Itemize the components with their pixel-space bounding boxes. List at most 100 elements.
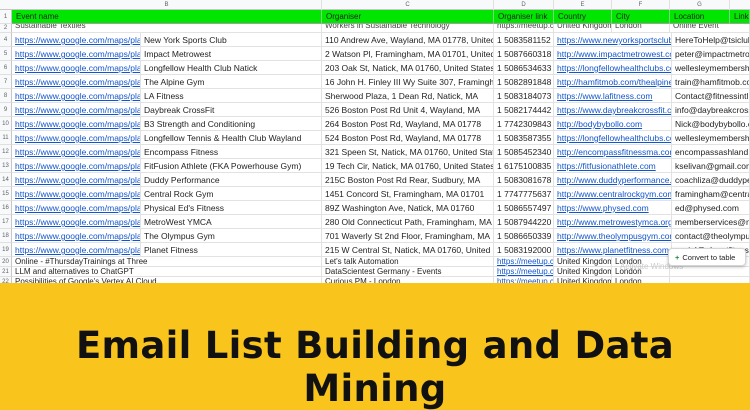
cell[interactable]: Impact Metrowest bbox=[141, 47, 322, 61]
row-number[interactable]: 7 bbox=[0, 75, 12, 89]
row-number[interactable]: 4 bbox=[0, 33, 12, 47]
cell[interactable]: Nick@bodybybollo.com bbox=[672, 117, 750, 131]
cell[interactable]: 1 5085452340 bbox=[494, 145, 554, 159]
cell[interactable]: http://www.metrowestymca.org bbox=[554, 215, 672, 229]
row-number[interactable]: 14 bbox=[0, 173, 12, 187]
cell[interactable]: FitFusion Athlete (FKA Powerhouse Gym) bbox=[141, 159, 322, 173]
row-number[interactable]: 18 bbox=[0, 229, 12, 243]
cell[interactable]: 1 5086557497 bbox=[494, 201, 554, 215]
cell[interactable]: 1 5083587355 bbox=[494, 131, 554, 145]
cell[interactable]: Longfellow Tennis & Health Club Wayland bbox=[141, 131, 322, 145]
cell[interactable]: 1 5087944220 bbox=[494, 215, 554, 229]
cell[interactable]: United Kingdom bbox=[554, 257, 612, 267]
cell[interactable]: https://meetup.com bbox=[494, 257, 554, 267]
cell[interactable]: 1 5083184073 bbox=[494, 89, 554, 103]
header-country[interactable]: Country bbox=[554, 10, 612, 24]
cell[interactable]: Longfellow Health Club Natick bbox=[141, 61, 322, 75]
cell[interactable]: Daybreak CrossFit bbox=[141, 103, 322, 117]
row-number[interactable]: 20 bbox=[0, 257, 12, 267]
cell[interactable]: http://www.duddyperformance.com bbox=[554, 173, 672, 187]
cell[interactable]: The Alpine Gym bbox=[141, 75, 322, 89]
row-number[interactable]: 1 bbox=[0, 10, 12, 24]
row-number[interactable]: 9 bbox=[0, 103, 12, 117]
cell[interactable]: https://longfellowhealthclubs.com bbox=[554, 131, 672, 145]
cell[interactable]: 1 5086534633 bbox=[494, 61, 554, 75]
column-letter-f[interactable]: F bbox=[612, 0, 670, 10]
header-location[interactable]: Location bbox=[670, 10, 730, 24]
header-event-name[interactable]: Event name bbox=[12, 10, 322, 24]
cell[interactable]: Online Event bbox=[670, 24, 750, 33]
row-number[interactable]: 21 bbox=[0, 267, 12, 277]
cell[interactable]: ed@physed.com bbox=[672, 201, 750, 215]
cell[interactable]: Duddy Performance bbox=[141, 173, 322, 187]
row-number[interactable]: 8 bbox=[0, 89, 12, 103]
cell[interactable]: Sherwood Plaza, 1 Dean Rd, Natick, MA bbox=[322, 89, 494, 103]
cell[interactable]: 280 Old Connecticut Path, Framingham, MA bbox=[322, 215, 494, 229]
cell[interactable]: https://www.google.com/maps/place bbox=[12, 187, 141, 201]
cell[interactable]: coachliza@duddyperformance.com bbox=[672, 173, 750, 187]
cell[interactable]: 1 5082174442 bbox=[494, 103, 554, 117]
cell[interactable]: https://www.google.com/maps/place bbox=[12, 75, 141, 89]
cell[interactable]: https://www.google.com/maps/place bbox=[12, 47, 141, 61]
header-link[interactable]: Link bbox=[730, 10, 750, 24]
cell[interactable]: https://meetup.com bbox=[494, 24, 554, 33]
cell[interactable]: https://www.google.com/maps/place bbox=[12, 145, 141, 159]
cell[interactable]: https://www.google.com/maps/place bbox=[12, 33, 141, 47]
cell[interactable]: https://www.physed.com bbox=[554, 201, 672, 215]
row-number[interactable]: 5 bbox=[0, 47, 12, 61]
column-letter-g[interactable]: G bbox=[670, 0, 730, 10]
cell[interactable]: http://www.centralrockgym.com/framingham bbox=[554, 187, 672, 201]
cell[interactable]: 215C Boston Post Rd Rear, Sudbury, MA bbox=[322, 173, 494, 187]
cell[interactable]: https://www.google.com/maps/place bbox=[12, 89, 141, 103]
cell[interactable]: Let's talk Automation bbox=[322, 257, 494, 267]
convert-to-table-button[interactable]: + Convert to table bbox=[668, 248, 746, 266]
row-number[interactable]: 6 bbox=[0, 61, 12, 75]
cell[interactable]: https://www.google.com/maps/place bbox=[12, 103, 141, 117]
cell[interactable]: https://www.google.com/maps/place bbox=[12, 229, 141, 243]
cell[interactable]: DataScientest Germany - Events bbox=[322, 267, 494, 277]
cell[interactable]: Encompass Fitness bbox=[141, 145, 322, 159]
cell[interactable]: 89Z Washington Ave, Natick, MA 01760 bbox=[322, 201, 494, 215]
cell[interactable]: 1 5082891848 bbox=[494, 75, 554, 89]
cell[interactable]: 1 5087660318 bbox=[494, 47, 554, 61]
column-letter-c[interactable]: C bbox=[322, 0, 494, 10]
cell[interactable]: https://www.google.com/maps/place bbox=[12, 117, 141, 131]
cell[interactable]: LLM and alternatives to ChatGPT bbox=[12, 267, 322, 277]
cell[interactable]: http://www.impactmetrowest.com bbox=[554, 47, 672, 61]
cell[interactable]: 1 5083192000 bbox=[494, 243, 554, 257]
cell[interactable]: LA Fitness bbox=[141, 89, 322, 103]
cell[interactable]: 1 5083081678 bbox=[494, 173, 554, 187]
cell[interactable]: contact@theolympusgym.com bbox=[672, 229, 750, 243]
cell[interactable]: http://encompassfitnessma.com bbox=[554, 145, 672, 159]
cell[interactable]: 110 Andrew Ave, Wayland, MA 01778, Unite… bbox=[322, 33, 494, 47]
cell[interactable]: https://www.google.com/maps/place bbox=[12, 61, 141, 75]
cell[interactable]: Planet Fitness bbox=[141, 243, 322, 257]
column-letter-d[interactable]: D bbox=[494, 0, 554, 10]
cell[interactable]: memberservices@metrowestymca bbox=[672, 215, 750, 229]
cell[interactable]: 203 Oak St, Natick, MA 01760, United Sta… bbox=[322, 61, 494, 75]
cell[interactable]: http://bodybybollo.com bbox=[554, 117, 672, 131]
cell[interactable]: http://hamfitmob.com/thealpinegym bbox=[554, 75, 672, 89]
cell[interactable]: peter@impactmetrowest.com bbox=[672, 47, 750, 61]
cell[interactable]: http://www.theolympusgym.com bbox=[554, 229, 672, 243]
header-organiser-link[interactable]: Organiser link bbox=[494, 10, 554, 24]
cell[interactable]: MetroWest YMCA bbox=[141, 215, 322, 229]
cell[interactable]: https://longfellowhealthclubs.com bbox=[554, 61, 672, 75]
cell[interactable]: New York Sports Club bbox=[141, 33, 322, 47]
cell[interactable]: https://meetup.com bbox=[494, 267, 554, 277]
row-number[interactable]: 17 bbox=[0, 215, 12, 229]
cell[interactable]: 701 Waverly St 2nd Floor, Framingham, MA bbox=[322, 229, 494, 243]
cell[interactable]: https://www.google.com/maps/place bbox=[12, 215, 141, 229]
column-letter-b[interactable]: B bbox=[12, 0, 322, 10]
cell[interactable]: https://www.google.com/maps/place bbox=[12, 159, 141, 173]
cell[interactable]: 1451 Concord St, Framingham, MA 01701 bbox=[322, 187, 494, 201]
cell[interactable]: 1 6175100835 bbox=[494, 159, 554, 173]
row-number[interactable]: 10 bbox=[0, 117, 12, 131]
cell[interactable]: Online - #ThursdayTrainings at Three bbox=[12, 257, 322, 267]
cell[interactable]: B3 Strength and Conditioning bbox=[141, 117, 322, 131]
row-number[interactable]: 13 bbox=[0, 159, 12, 173]
cell[interactable]: 321 Speen St, Natick, MA 01760, United S… bbox=[322, 145, 494, 159]
cell[interactable]: The Olympus Gym bbox=[141, 229, 322, 243]
row-number[interactable]: 11 bbox=[0, 131, 12, 145]
cell[interactable]: https://www.newyorksportsclubs.com bbox=[554, 33, 672, 47]
